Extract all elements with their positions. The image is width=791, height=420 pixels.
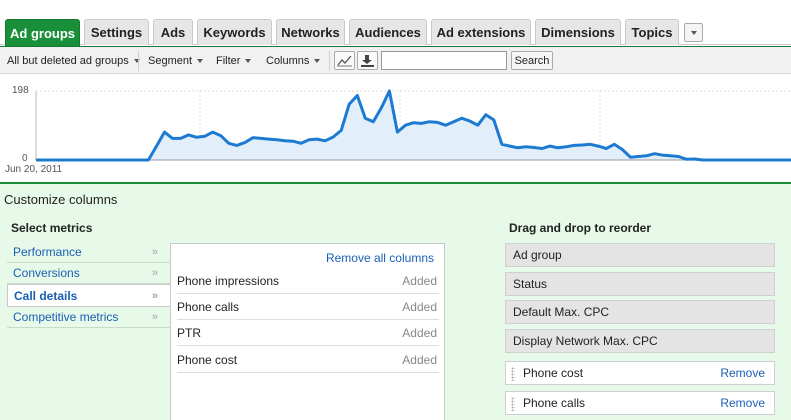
performance-chart: 198 0 Jun 20, 2011 <box>0 75 791 182</box>
search-input[interactable] <box>381 51 507 70</box>
chevron-down-icon <box>197 58 204 63</box>
column-label: Phone calls <box>523 396 586 410</box>
tab-networks[interactable]: Networks <box>276 19 345 45</box>
category-conversions[interactable]: Conversions » <box>7 263 170 284</box>
panel-title: Customize columns <box>4 192 118 207</box>
columns-dropdown[interactable]: Columns <box>266 47 321 74</box>
metric-status: Added <box>402 325 437 340</box>
filter-dropdown[interactable]: Filter <box>216 47 252 74</box>
column-ad-group: Ad group <box>505 243 775 267</box>
remove-column-link[interactable]: Remove <box>720 366 765 380</box>
status-filter-label: All but deleted ad groups <box>7 54 129 67</box>
tab-ads[interactable]: Ads <box>153 19 193 45</box>
tab-dimensions[interactable]: Dimensions <box>535 19 621 45</box>
category-call-details[interactable]: Call details » <box>7 284 170 307</box>
category-label: Performance <box>13 245 82 259</box>
metric-row-phone-impressions[interactable]: Phone impressions Added <box>177 268 439 294</box>
toolbar: All but deleted ad groups Segment Filter… <box>0 46 791 74</box>
column-phone-cost[interactable]: Phone cost Remove <box>505 361 775 385</box>
tab-ad-extensions[interactable]: Ad extensions <box>431 19 531 45</box>
remove-all-columns-link[interactable]: Remove all columns <box>326 251 434 265</box>
chart-svg <box>35 89 791 162</box>
category-competitive-metrics[interactable]: Competitive metrics » <box>7 307 170 328</box>
chevron-down-icon <box>314 58 321 63</box>
column-phone-calls[interactable]: Phone calls Remove <box>505 391 775 415</box>
y-axis-max-label: 198 <box>12 85 29 96</box>
drag-handle-icon[interactable] <box>511 367 515 381</box>
metric-row-phone-cost[interactable]: Phone cost Added <box>177 347 439 373</box>
column-status: Status <box>505 272 775 296</box>
column-label: Phone cost <box>523 366 584 380</box>
metric-status: Added <box>402 352 437 367</box>
tab-audiences[interactable]: Audiences <box>349 19 427 45</box>
select-metrics-heading: Select metrics <box>11 221 93 235</box>
metric-label: Phone impressions <box>177 273 280 288</box>
download-icon <box>361 55 374 67</box>
segment-label: Segment <box>148 54 193 67</box>
double-chevron-right-icon: » <box>151 311 158 323</box>
columns-label: Columns <box>266 54 310 67</box>
remove-column-link[interactable]: Remove <box>720 396 765 410</box>
line-chart-icon <box>337 55 352 67</box>
chevron-down-icon <box>690 30 697 35</box>
metric-label: Phone calls <box>177 299 240 314</box>
metric-row-ptr[interactable]: PTR Added <box>177 320 439 346</box>
category-label: Call details <box>14 288 78 303</box>
tab-settings[interactable]: Settings <box>84 19 149 45</box>
double-chevron-right-icon: » <box>151 289 158 302</box>
metric-row-phone-calls[interactable]: Phone calls Added <box>177 294 439 320</box>
divider <box>329 51 330 71</box>
metric-status: Added <box>402 299 437 314</box>
customize-columns-panel: Customize columns Select metrics Drag an… <box>0 182 791 420</box>
column-default-max-cpc: Default Max. CPC <box>505 300 775 324</box>
metric-label: Phone cost <box>177 352 238 367</box>
tab-ad-groups[interactable]: Ad groups <box>5 19 80 46</box>
double-chevron-right-icon: » <box>151 267 158 279</box>
status-filter-dropdown[interactable]: All but deleted ad groups <box>7 47 140 74</box>
search-button[interactable]: Search <box>511 51 553 70</box>
drag-handle-icon[interactable] <box>511 397 515 411</box>
x-axis-start-label: Jun 20, 2011 <box>5 164 63 175</box>
category-performance[interactable]: Performance » <box>7 242 170 263</box>
tab-bar: Ad groups Settings Ads Keywords Networks… <box>0 0 791 46</box>
filter-label: Filter <box>216 54 241 67</box>
segment-dropdown[interactable]: Segment <box>148 47 204 74</box>
tab-topics[interactable]: Topics <box>625 19 679 45</box>
tab-keywords[interactable]: Keywords <box>197 19 272 45</box>
metric-category-list: Performance » Conversions » Call details… <box>7 242 170 328</box>
double-chevron-right-icon: » <box>151 246 158 258</box>
metric-label: PTR <box>177 325 201 340</box>
category-label: Competitive metrics <box>13 310 119 324</box>
toggle-graph-button[interactable] <box>334 51 355 70</box>
category-label: Conversions <box>13 266 80 280</box>
metric-status: Added <box>402 273 437 288</box>
metric-list-box: Remove all columns Phone impressions Add… <box>170 243 445 420</box>
divider <box>138 51 139 71</box>
download-button[interactable] <box>357 51 378 70</box>
chevron-down-icon <box>245 58 252 63</box>
series-area <box>36 91 791 160</box>
column-display-network-max-cpc: Display Network Max. CPC <box>505 329 775 353</box>
reorder-heading: Drag and drop to reorder <box>509 221 652 235</box>
y-axis-min-label: 0 <box>22 153 28 164</box>
more-tabs-button[interactable] <box>684 23 703 42</box>
